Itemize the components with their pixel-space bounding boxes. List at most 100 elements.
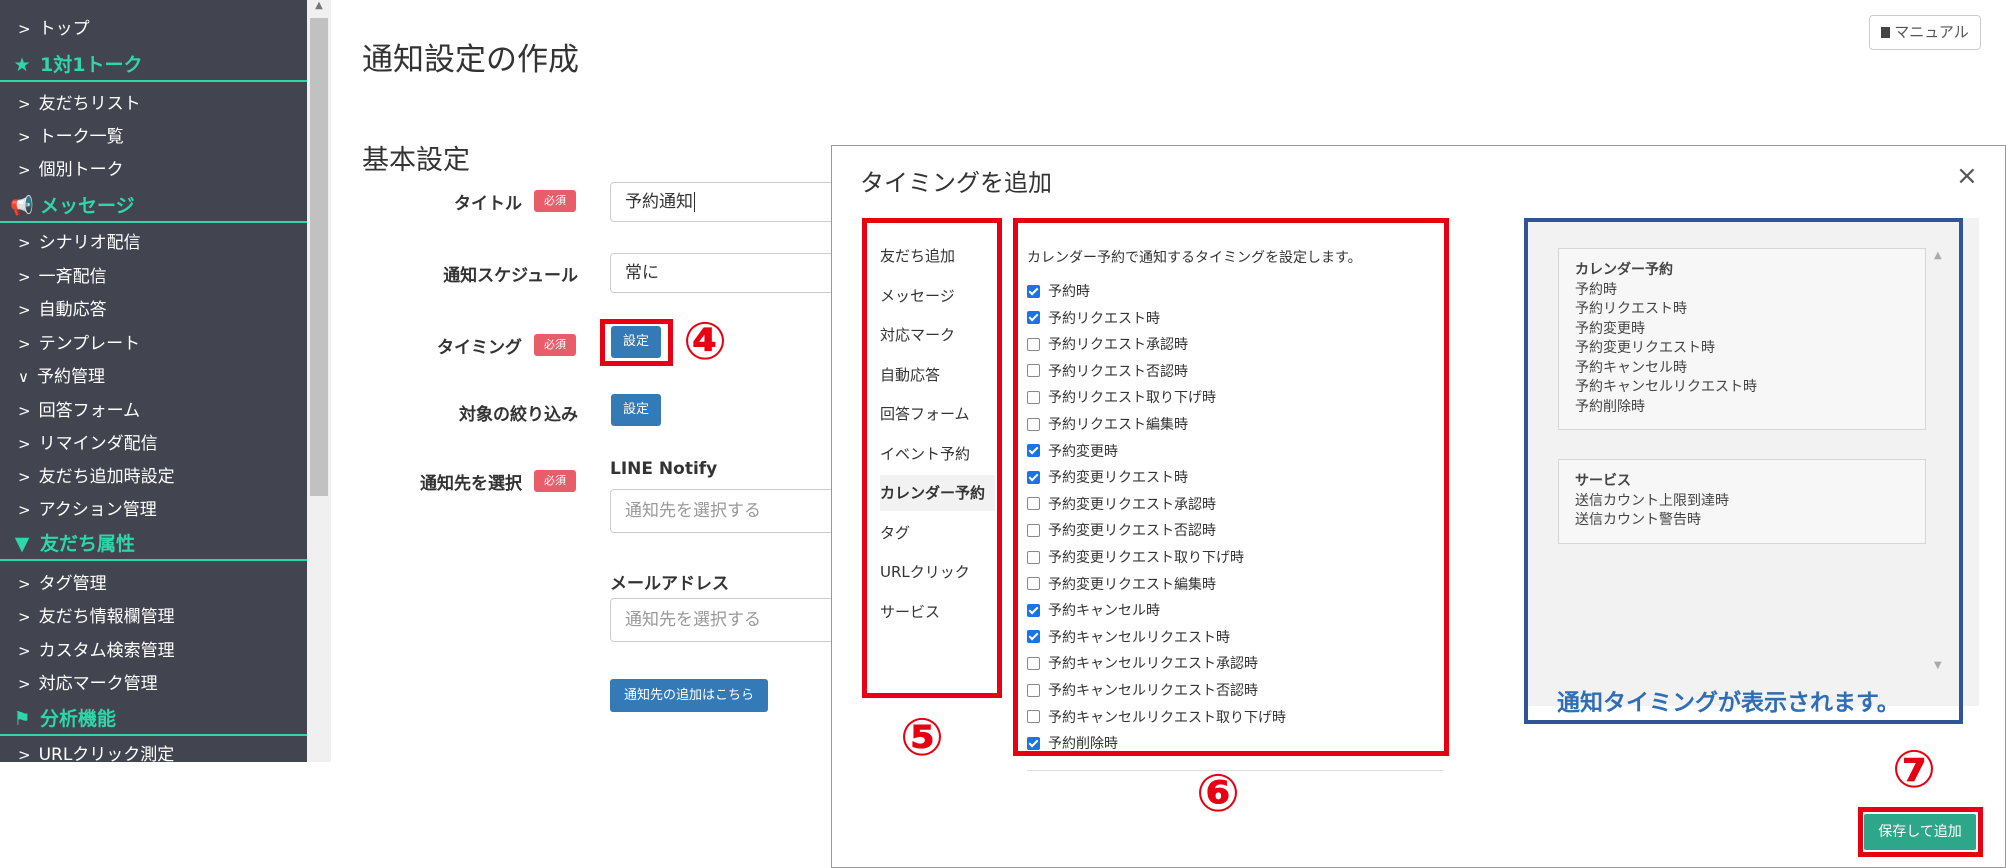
title-input-value: 予約通知 xyxy=(625,192,693,212)
modal-title: タイミングを追加 xyxy=(860,169,1052,197)
filter-settings-button[interactable]: 設定 xyxy=(611,394,661,426)
sidebar-item-14[interactable]: > アクション管理 xyxy=(0,495,307,525)
sidebar-section-1: ★ 1対1トーク xyxy=(0,49,307,82)
chevron-right-icon: > xyxy=(18,468,31,486)
sidebar-item-label: 対応マーク管理 xyxy=(38,674,158,694)
schedule-select[interactable]: 常に xyxy=(610,253,835,293)
sidebar-item-label: 友だち情報欄管理 xyxy=(38,607,175,627)
schedule-label: 通知スケジュール xyxy=(443,266,578,286)
chevron-right-icon: > xyxy=(18,501,31,519)
chevron-right-icon: > xyxy=(18,268,31,286)
sidebar-item-3[interactable]: > トーク一覧 xyxy=(0,122,307,152)
sidebar-item-2[interactable]: > 友だちリスト xyxy=(0,89,307,119)
chevron-right-icon: > xyxy=(18,234,31,252)
required-badge: 必須 xyxy=(534,470,576,492)
highlight-box-4 xyxy=(600,319,673,366)
sidebar-section-5: 📢 メッセージ xyxy=(0,190,307,223)
timing-label: タイミング xyxy=(437,338,522,358)
sidebar-item-19[interactable]: > 対応マーク管理 xyxy=(0,669,307,699)
chevron-right-icon: > xyxy=(18,642,31,660)
sidebar-item-label: アクション管理 xyxy=(38,500,157,520)
scroll-up-arrow-icon[interactable]: ▲ xyxy=(312,0,326,12)
line-notify-label: LINE Notify xyxy=(610,459,718,479)
highlight-box-6 xyxy=(1013,218,1449,756)
sidebar-item-8[interactable]: > 自動応答 xyxy=(0,295,307,325)
sidebar: > トップ ★ 1対1トーク > 友だちリスト > トーク一覧 > 個別トーク 📢 メッセージ > シナリ… xyxy=(0,0,307,762)
sidebar-item-label: シナリオ配信 xyxy=(38,233,141,253)
sidebar-item-label: テンプレート xyxy=(38,334,141,354)
chevron-right-icon: > xyxy=(18,335,31,353)
annotation-number-6: ⑥ xyxy=(1196,764,1241,824)
chevron-right-icon: > xyxy=(18,161,31,179)
book-icon xyxy=(1881,27,1891,38)
line-notify-placeholder: 通知先を選択する xyxy=(625,501,761,521)
sidebar-item-0[interactable]: > トップ xyxy=(0,14,307,44)
section-title: 基本設定 xyxy=(362,145,470,176)
chevron-right-icon: > xyxy=(18,675,31,693)
sidebar-item-label: トップ xyxy=(38,19,90,39)
title-input[interactable]: 予約通知 xyxy=(610,182,835,222)
megaphone-icon: 📢 xyxy=(10,195,34,217)
chevron-right-icon: > xyxy=(18,608,31,626)
email-label: メールアドレス xyxy=(610,574,729,594)
sidebar-item-21[interactable]: > URLクリック測定 xyxy=(0,740,307,762)
preview-note: 通知タイミングが表示されます。 xyxy=(1557,690,1900,716)
sidebar-item-18[interactable]: > カスタム検索管理 xyxy=(0,636,307,666)
schedule-select-value: 常に xyxy=(625,263,659,283)
sidebar-item-label: 分析機能 xyxy=(40,708,117,730)
email-input[interactable]: 通知先を選択する xyxy=(610,598,835,642)
annotation-number-4: ④ xyxy=(683,312,728,372)
sidebar-item-label: 友だちリスト xyxy=(38,94,141,114)
sidebar-item-13[interactable]: > 友だち追加時設定 xyxy=(0,462,307,492)
required-badge: 必須 xyxy=(534,190,576,212)
sidebar-item-label: 回答フォーム xyxy=(38,401,141,421)
sidebar-item-label: 自動応答 xyxy=(38,300,107,320)
title-label: タイトル xyxy=(454,194,522,214)
filter-label: 対象の絞り込み xyxy=(459,405,578,425)
chevron-right-icon: > xyxy=(18,746,31,762)
chevron-right-icon: > xyxy=(18,301,31,319)
sidebar-item-label: 1対1トーク xyxy=(40,54,143,76)
chevron-right-icon: > xyxy=(18,20,31,38)
sidebar-item-12[interactable]: > リマインダ配信 xyxy=(0,429,307,459)
star-icon: ★ xyxy=(13,54,31,76)
sidebar-item-label: タグ管理 xyxy=(38,574,107,594)
filter-icon: ▼ xyxy=(14,533,30,555)
sidebar-scrollbar-thumb[interactable] xyxy=(310,18,328,496)
sidebar-item-17[interactable]: > 友だち情報欄管理 xyxy=(0,602,307,632)
email-placeholder: 通知先を選択する xyxy=(625,610,761,630)
chevron-down-icon: ∨ xyxy=(18,368,29,386)
sidebar-item-7[interactable]: > 一斉配信 xyxy=(0,262,307,292)
sidebar-item-6[interactable]: > シナリオ配信 xyxy=(0,228,307,258)
sidebar-item-label: URLクリック測定 xyxy=(38,745,175,762)
sidebar-item-label: 予約管理 xyxy=(36,367,105,387)
flag-icon: ⚑ xyxy=(13,708,31,730)
highlight-box-7 xyxy=(1858,807,1983,857)
destination-label: 通知先を選択 xyxy=(420,474,522,494)
sidebar-item-4[interactable]: > 個別トーク xyxy=(0,155,307,185)
sidebar-item-label: カスタム検索管理 xyxy=(38,641,175,661)
sidebar-section-20: ⚑ 分析機能 xyxy=(0,703,307,736)
manual-button-label: マニュアル xyxy=(1894,23,1969,41)
sidebar-item-label: メッセージ xyxy=(40,195,135,217)
chevron-right-icon: > xyxy=(18,128,31,146)
highlight-box-preview xyxy=(1524,218,1963,724)
sidebar-item-11[interactable]: > 回答フォーム xyxy=(0,396,307,426)
sidebar-item-16[interactable]: > タグ管理 xyxy=(0,569,307,599)
chevron-right-icon: > xyxy=(18,402,31,420)
chevron-right-icon: > xyxy=(18,435,31,453)
add-destination-button[interactable]: 通知先の追加はこちら xyxy=(610,679,768,712)
chevron-right-icon: > xyxy=(18,575,31,593)
close-icon[interactable]: × xyxy=(1956,161,1978,191)
line-notify-input[interactable]: 通知先を選択する xyxy=(610,489,835,533)
sidebar-section-15: ▼ 友だち属性 xyxy=(0,528,307,561)
sidebar-item-label: 一斉配信 xyxy=(38,267,107,287)
sidebar-item-10[interactable]: ∨ 予約管理 xyxy=(0,362,307,392)
sidebar-item-label: トーク一覧 xyxy=(38,127,124,147)
annotation-number-5: ⑤ xyxy=(900,708,945,768)
chevron-right-icon: > xyxy=(18,95,31,113)
sidebar-item-label: リマインダ配信 xyxy=(38,434,158,454)
highlight-box-5 xyxy=(862,218,1002,698)
sidebar-item-9[interactable]: > テンプレート xyxy=(0,329,307,359)
manual-button[interactable]: マニュアル xyxy=(1869,15,1981,50)
